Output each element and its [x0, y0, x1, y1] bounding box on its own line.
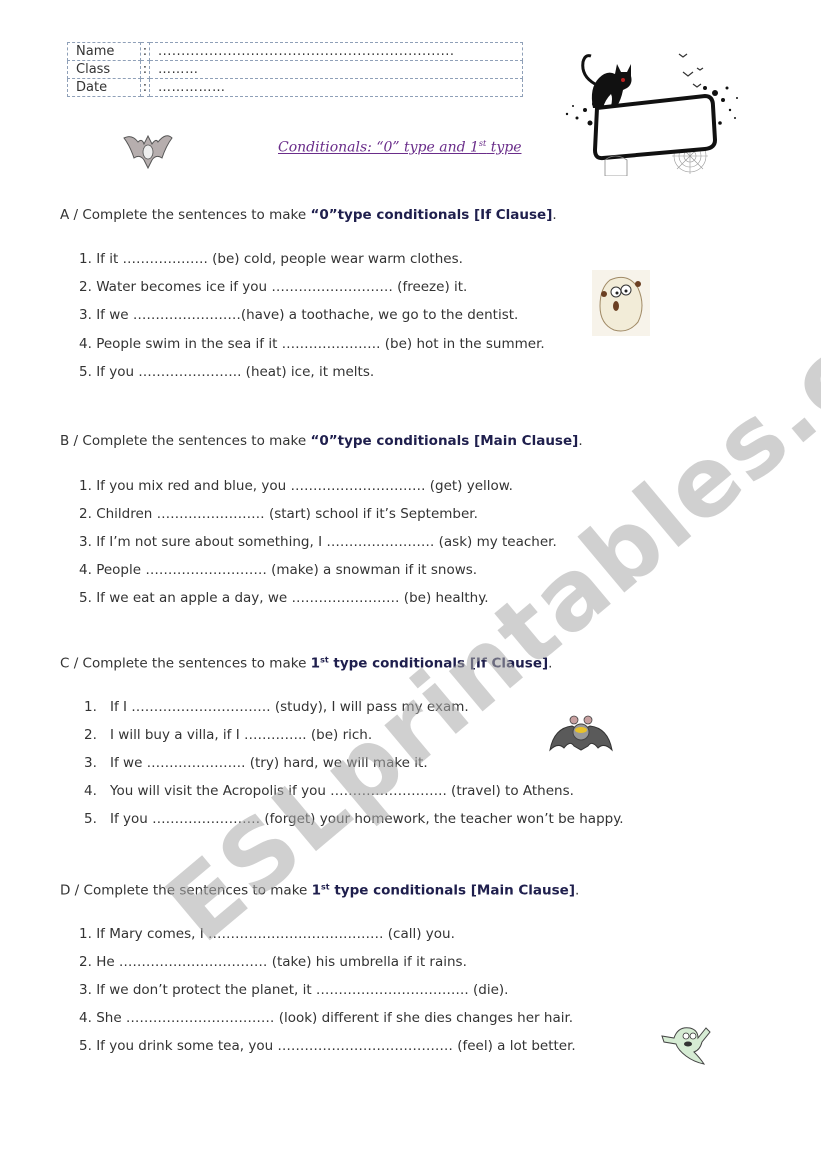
ghost-image [592, 270, 650, 336]
exercise-item: 1. If it ………………. (be) cold, people wear … [79, 251, 463, 267]
name-colon: : [140, 42, 150, 61]
student-info-table: Name : .................................… [67, 42, 523, 97]
exercise-item: 2. Children …………………… (start) school if i… [79, 506, 478, 522]
green-ghost-image [661, 1027, 711, 1065]
exercise-item: 4. People ……………………… (make) a snowman if … [79, 562, 478, 578]
exercise-item: 5. If you drink some tea, you …………………………… [79, 1038, 576, 1054]
exercise-item: 2. He …………………………… (take) his umbrella if… [79, 954, 467, 970]
exercise-item: 5. If we eat an apple a day, we ……………………… [79, 590, 489, 606]
exercise-item: 2. I will buy a villa, if I ………….. (be) r… [84, 727, 373, 743]
exercise-item: 5. If you ………………….. (heat) ice, it melts… [79, 364, 375, 380]
class-field[interactable]: ……… [149, 60, 523, 79]
worksheet-page: Name : .................................… [0, 0, 821, 1169]
black-cat-icon [581, 54, 632, 108]
class-label: Class [67, 60, 141, 79]
exercise-item: 1. If you mix red and blue, you ……………………… [79, 478, 513, 494]
exercise-item: 3. If we ……………………(have) a toothache, we … [79, 307, 519, 323]
exercise-item: 4. She …………………………… (look) different if s… [79, 1010, 574, 1026]
name-label: Name [67, 42, 141, 61]
exercise-item: 1. If Mary comes, I ………………………………… (call)… [79, 926, 455, 942]
gray-bat-image [549, 715, 613, 752]
exercise-item: 3. If we …………………. (try) hard, we will mak… [84, 755, 428, 771]
name-field[interactable]: ........................................… [149, 42, 523, 61]
name-row: Name : .................................… [67, 42, 523, 61]
section-b-heading: B / Complete the sentences to make “0”ty… [60, 433, 583, 449]
exercise-item: 3. If we don’t protect the planet, it ……… [79, 982, 509, 998]
exercise-item: 4. People swim in the sea if it ………………….… [79, 336, 545, 352]
exercise-item: 5. If you …………………… (forget) your homework… [84, 811, 624, 827]
exercise-item: 2. Water becomes ice if you ……………………… (f… [79, 279, 468, 295]
date-field[interactable]: …………… [149, 78, 523, 97]
flying-bats-icon [678, 53, 704, 88]
section-c-heading: C / Complete the sentences to make 1st t… [60, 655, 553, 672]
exercise-item: 3. If I’m not sure about something, I ……… [79, 534, 557, 550]
date-row: Date : …………… [67, 78, 523, 97]
date-colon: : [140, 78, 150, 97]
exercise-item: 1. If I …………………………. (study), I will pass … [84, 699, 469, 715]
section-a-heading: A / Complete the sentences to make “0”ty… [60, 207, 557, 223]
worksheet-title: Conditionals: “0” type and 1st type [278, 139, 522, 156]
exercise-item: 4. You will visit the Acropolis if you ……… [84, 783, 574, 799]
bat-image [123, 134, 173, 170]
class-row: Class : ……… [67, 60, 523, 79]
halloween-cat-frame-image [565, 53, 738, 176]
class-colon: : [140, 60, 150, 79]
section-d-heading: D / Complete the sentences to make 1st t… [60, 882, 580, 899]
date-label: Date [67, 78, 141, 97]
